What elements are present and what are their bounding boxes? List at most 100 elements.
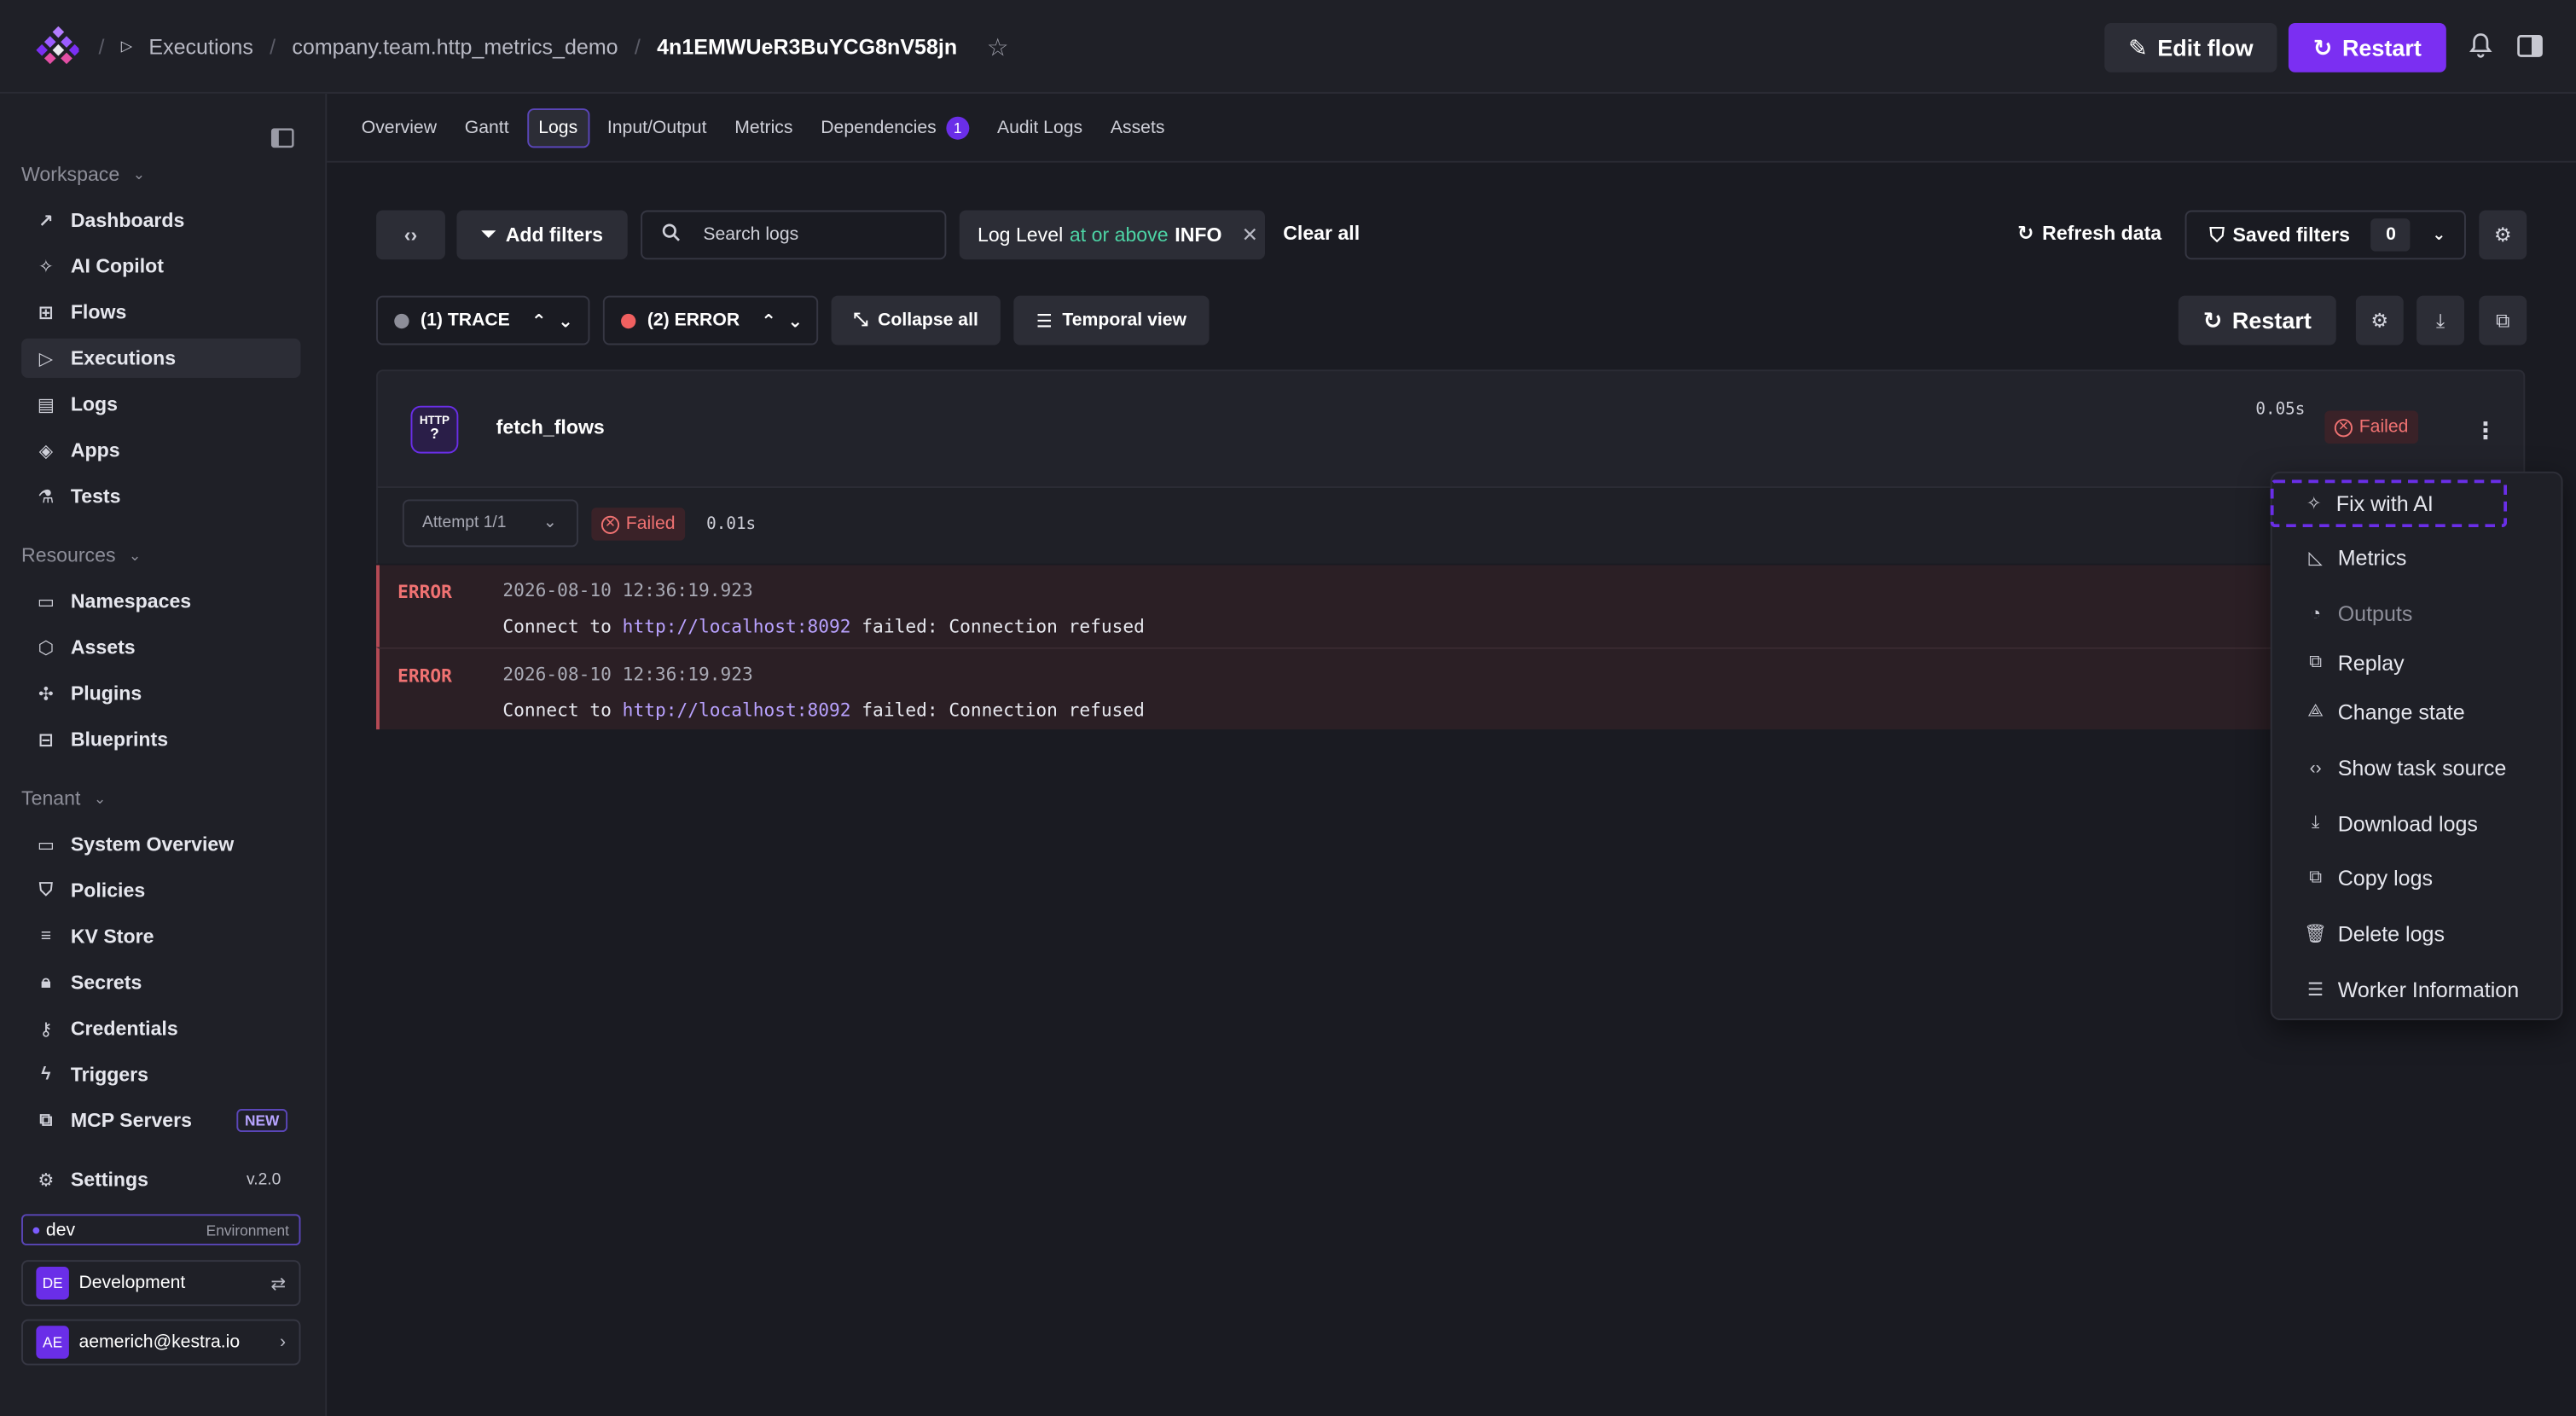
sidebar-item-triggers[interactable]: ϟ Triggers	[21, 1054, 300, 1094]
sidebar-item-apps[interactable]: ◈ Apps	[21, 431, 300, 470]
copy-icon[interactable]: ⧉	[2479, 295, 2527, 345]
tab-metrics[interactable]: Metrics	[725, 109, 803, 145]
attempt-bar: Attempt 1/1 ⌄ ✕ Failed 0.01s	[376, 488, 2526, 564]
saved-filters-button[interactable]: ⛉ Saved filters 0 ⌄	[2184, 210, 2466, 260]
replay-icon: ⧉	[2309, 652, 2323, 672]
restart-header-button[interactable]: ↻ Restart	[2288, 22, 2446, 73]
right-panel-toggle-icon[interactable]	[2517, 34, 2547, 61]
restart-logs-button[interactable]: ↻ Restart	[2178, 295, 2336, 345]
add-filters-button[interactable]: ⏷ Add filters	[456, 210, 628, 260]
play-icon: ▷	[38, 349, 54, 369]
sidebar-item-mcp-servers[interactable]: ⧉ MCP Servers NEW	[21, 1100, 300, 1140]
menu-item-delete-logs[interactable]: 🗑︎ Delete logs	[2304, 921, 2445, 946]
tab-overview[interactable]: Overview	[351, 109, 446, 145]
tenant-name: Development	[78, 1273, 186, 1293]
kestra-logo-icon[interactable]	[32, 23, 84, 73]
sidebar-item-label: Plugins	[70, 682, 142, 705]
log-message-link[interactable]: http://localhost:8092	[623, 699, 851, 721]
notifications-bell-icon[interactable]	[2469, 33, 2499, 63]
log-line[interactable]: ERROR 2026-08-10 12:36:19.923 Connect to…	[376, 565, 2526, 647]
star-icon[interactable]: ☆	[987, 32, 1009, 61]
task-name: fetch_flows	[496, 415, 605, 439]
menu-item-download-logs[interactable]: ⤓ Download logs	[2305, 811, 2478, 836]
sidebar-item-dashboards[interactable]: ↗ Dashboards	[21, 200, 300, 240]
environment-selector[interactable]: dev Environment	[21, 1214, 301, 1245]
sidebar-item-policies[interactable]: ⛉ Policies	[21, 871, 300, 910]
code-view-button[interactable]: ‹›	[376, 210, 445, 260]
refresh-data-button[interactable]: ↻ Refresh data	[2017, 222, 2161, 245]
clear-all-button[interactable]: Clear all	[1283, 222, 1360, 245]
menu-item-copy-logs[interactable]: ⧉ Copy logs	[2305, 866, 2433, 891]
more-vertical-icon[interactable]: ⋮	[2474, 417, 2498, 445]
menu-item-show-task-source[interactable]: ‹› Show task source	[2305, 756, 2507, 781]
download-icon[interactable]: ⤓	[2416, 295, 2464, 345]
sidebar-item-system-overview[interactable]: ▭ System Overview	[21, 825, 300, 864]
breadcrumb-namespace[interactable]: company.team.http_metrics_demo	[292, 34, 618, 59]
log-line[interactable]: ERROR 2026-08-10 12:36:19.923 Connect to…	[376, 647, 2526, 730]
breadcrumb-executions[interactable]: ▷ Executions	[121, 34, 253, 59]
edit-flow-button[interactable]: ✎ Edit flow	[2104, 22, 2277, 73]
filter-settings-gear-icon[interactable]: ⚙	[2479, 210, 2527, 260]
sidebar-item-flows[interactable]: ⊞ Flows	[21, 293, 300, 332]
chip-value: INFO	[1175, 223, 1222, 247]
log-message-link[interactable]: http://localhost:8092	[623, 616, 851, 637]
sidebar-item-settings[interactable]: ⚙ Settings v.2.0	[21, 1160, 300, 1199]
sidebar-item-tests[interactable]: ⚗ Tests	[21, 477, 300, 516]
tab-dependencies[interactable]: Dependencies 1	[811, 107, 979, 147]
sidebar-item-blueprints[interactable]: ⊟ Blueprints	[21, 720, 300, 759]
task-duration: 0.05s	[2255, 400, 2306, 420]
user-menu[interactable]: AE aemerich@kestra.io ›	[21, 1319, 301, 1366]
log-level-filter-chip[interactable]: Log Level at or above INFO ✕	[959, 210, 1266, 260]
task-run-card[interactable]: HTTP ? fetch_flows 0.05s ✕ Failed ⋮	[376, 369, 2526, 489]
sidebar-item-kv-store[interactable]: ≡ KV Store	[21, 917, 300, 956]
tab-input-output[interactable]: Input/Output	[597, 109, 717, 145]
chevron-down-icon[interactable]: ⌄	[787, 310, 803, 331]
sidebar-item-label: Namespaces	[70, 589, 192, 613]
chevron-down-icon[interactable]: ⌄	[558, 310, 573, 331]
sparkle-icon: ✧	[38, 257, 54, 277]
resources-section-header[interactable]: Resources ⌄	[21, 544, 141, 567]
tenant-section-header[interactable]: Tenant ⌄	[21, 787, 106, 810]
code-icon: ‹›	[403, 223, 418, 247]
tenant-switcher[interactable]: DE Development ⇄	[21, 1260, 301, 1307]
tenant-avatar: DE	[36, 1266, 69, 1300]
close-icon[interactable]: ✕	[1242, 223, 1258, 247]
attempt-selector[interactable]: Attempt 1/1 ⌄	[402, 499, 578, 548]
log-message-prefix: Connect to	[502, 699, 623, 722]
trace-level-selector[interactable]: (1) TRACE ⌃ ⌄	[376, 295, 590, 345]
attempt-status-label: Failed	[625, 514, 676, 534]
sidebar-item-assets[interactable]: ⬡ Assets	[21, 628, 300, 667]
sidebar-collapse-icon[interactable]	[270, 126, 294, 148]
menu-item-replay[interactable]: ⧉ Replay	[2305, 651, 2405, 676]
sidebar-item-plugins[interactable]: ✣ Plugins	[21, 674, 300, 713]
menu-item-outputs[interactable]: ◔ Outputs	[2305, 601, 2412, 626]
chevron-up-icon[interactable]: ⌃	[531, 310, 547, 331]
workspace-section-header[interactable]: Workspace ⌄	[21, 163, 145, 186]
sidebar-item-secrets[interactable]: 🔒︎ Secrets	[21, 963, 300, 1002]
log-settings-gear-icon[interactable]: ⚙	[2355, 295, 2404, 345]
sidebar-item-logs[interactable]: ▤ Logs	[21, 385, 300, 424]
sidebar-item-executions[interactable]: ▷ Executions	[21, 338, 301, 378]
tab-gantt[interactable]: Gantt	[455, 109, 519, 145]
folder-icon: ▭	[37, 592, 55, 612]
sidebar-item-label: Executions	[70, 346, 177, 370]
error-level-selector[interactable]: (2) ERROR ⌃ ⌄	[602, 295, 819, 345]
search-logs-input[interactable]: Search logs	[641, 210, 947, 260]
sidebar-item-label: Credentials	[70, 1017, 178, 1041]
temporal-view-button[interactable]: ☰ Temporal view	[1013, 295, 1210, 345]
sidebar-item-namespaces[interactable]: ▭ Namespaces	[21, 582, 300, 621]
chevron-up-icon[interactable]: ⌃	[761, 310, 776, 331]
collapse-all-button[interactable]: ⤡ Collapse all	[831, 295, 1001, 345]
menu-item-metrics[interactable]: ◺ Metrics	[2305, 545, 2407, 570]
sidebar-item-label: System Overview	[70, 833, 235, 856]
tab-assets[interactable]: Assets	[1100, 109, 1175, 145]
menu-item-fix-with-ai[interactable]: ✧ Fix with AI	[2270, 479, 2508, 528]
chevron-down-icon: ⌄	[542, 514, 557, 533]
sidebar-item-credentials[interactable]: ⚷ Credentials	[21, 1009, 300, 1048]
sidebar-item-ai-copilot[interactable]: ✧ AI Copilot	[21, 247, 300, 286]
tab-audit-logs[interactable]: Audit Logs	[987, 109, 1092, 145]
menu-item-change-state[interactable]: ⟁ Change state	[2305, 699, 2464, 724]
sparkle-icon: ✧	[2306, 494, 2322, 514]
tab-logs[interactable]: Logs	[526, 107, 589, 148]
menu-item-worker-information[interactable]: ☰ Worker Information	[2305, 978, 2519, 1002]
